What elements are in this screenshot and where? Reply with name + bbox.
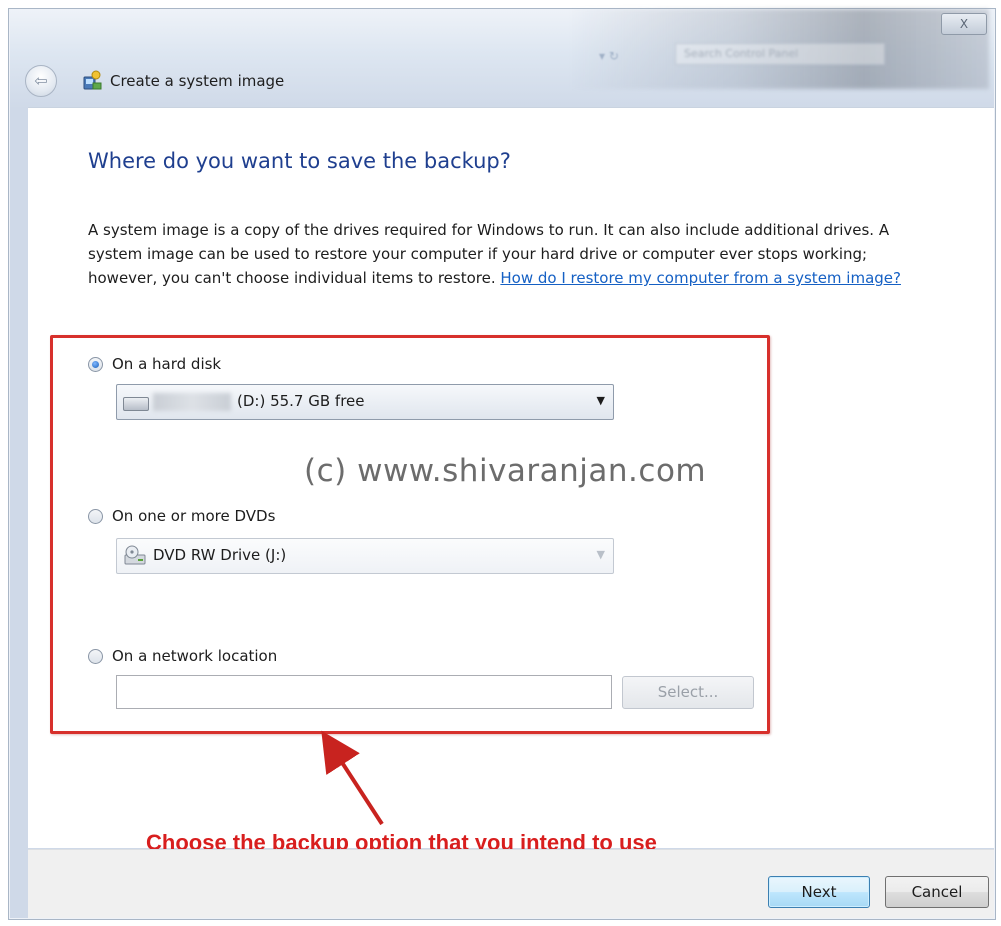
- select-network-button[interactable]: Select...: [622, 676, 754, 709]
- hard-disk-selected-value: (D:) 55.7 GB free: [237, 392, 365, 410]
- dvd-drive-icon: [124, 545, 146, 565]
- hard-disk-radio[interactable]: [88, 356, 103, 372]
- description-text: A system image is a copy of the drives r…: [88, 218, 928, 290]
- watermark-text: (c) www.shivaranjan.com: [304, 453, 707, 489]
- page-heading: Where do you want to save the backup?: [88, 149, 511, 173]
- back-button[interactable]: ⇦: [25, 65, 57, 97]
- dvd-select[interactable]: DVD RW Drive (J:) ▼: [116, 538, 614, 574]
- option-dvd[interactable]: On one or more DVDs: [88, 507, 275, 525]
- network-radio[interactable]: [88, 648, 103, 664]
- next-button[interactable]: Next: [768, 876, 870, 908]
- dvd-radio[interactable]: [88, 508, 103, 524]
- chevron-down-icon: ▼: [596, 548, 605, 561]
- drive-name-redacted: [153, 393, 231, 411]
- search-input[interactable]: Search Control Panel: [675, 43, 885, 65]
- annotation-arrow: [321, 730, 384, 826]
- chevron-down-icon: ▼: [596, 394, 605, 407]
- content-panel: Where do you want to save the backup? A …: [28, 107, 994, 855]
- backup-app-icon: [83, 70, 102, 90]
- hard-disk-select[interactable]: (D:) 55.7 GB free ▼: [116, 384, 614, 420]
- dialog-footer: Next Cancel: [28, 849, 994, 918]
- hard-disk-label: On a hard disk: [112, 355, 222, 373]
- hard-drive-icon: [123, 397, 149, 411]
- window-title: Create a system image: [110, 72, 285, 90]
- close-button[interactable]: X: [941, 13, 987, 35]
- network-path-input[interactable]: [116, 675, 612, 709]
- dvd-label: On one or more DVDs: [112, 507, 276, 525]
- network-label: On a network location: [112, 647, 278, 665]
- option-hard-disk[interactable]: On a hard disk: [88, 355, 221, 373]
- restore-help-link[interactable]: How do I restore my computer from a syst…: [500, 269, 901, 287]
- address-arrows-icon: ▾ ↻: [599, 49, 619, 63]
- dvd-selected-value: DVD RW Drive (J:): [153, 546, 287, 564]
- back-arrow-icon: ⇦: [34, 71, 48, 90]
- cancel-button[interactable]: Cancel: [885, 876, 989, 908]
- option-network[interactable]: On a network location: [88, 647, 277, 665]
- dialog-window: ▾ ↻ Search Control Panel X ⇦ Create a sy…: [8, 8, 996, 920]
